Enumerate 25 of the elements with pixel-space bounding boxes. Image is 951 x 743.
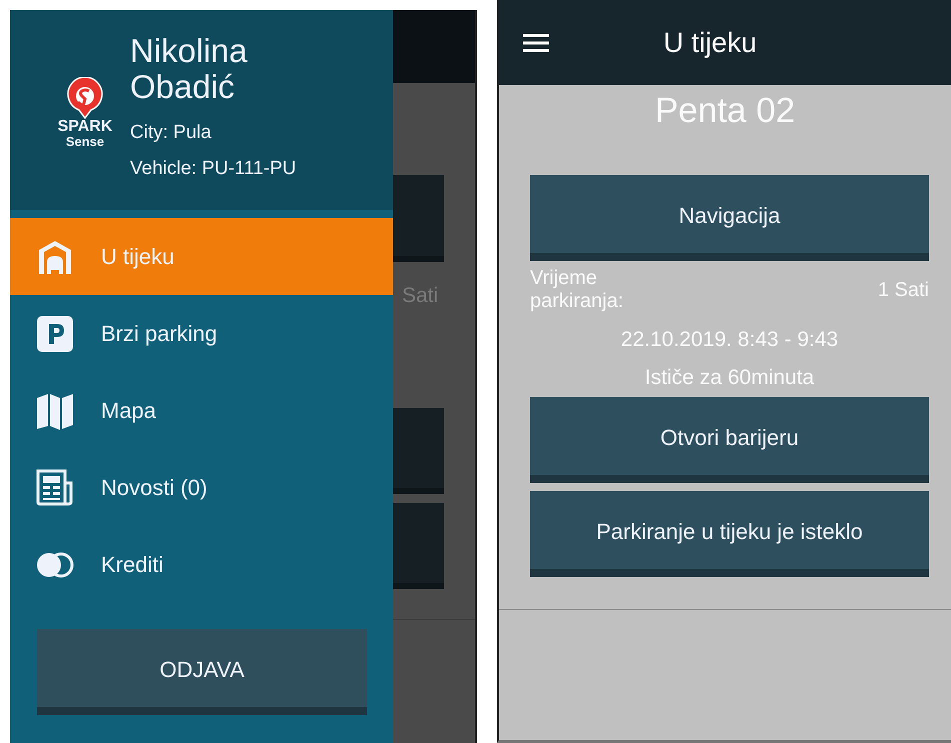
newspaper-icon: [36, 468, 74, 506]
menu-item[interactable]: Novosti (0): [10, 449, 393, 526]
logo-text: SPARK: [58, 119, 112, 135]
logo-text: Sense: [66, 135, 104, 149]
coins-icon: [36, 552, 74, 578]
user-city: City: Pula: [130, 121, 212, 145]
parking-icon: [36, 314, 74, 352]
duration-label: Vrijeme parkiranja:: [530, 267, 624, 313]
action-button[interactable]: Parkiranje u tijeku je isteklo: [530, 491, 929, 577]
logout-button[interactable]: ODJAVA: [37, 629, 367, 715]
menu-icon[interactable]: [523, 34, 549, 52]
action-button[interactable]: Otvori barijeru: [530, 397, 929, 483]
parking-period: 22.10.2019. 8:43 - 9:43: [620, 327, 840, 353]
menu-item[interactable]: Krediti: [10, 526, 393, 603]
pin-logo-icon: [66, 77, 104, 119]
user-vehicle: Vehicle: PU-111-PU: [130, 157, 296, 181]
menu-item[interactable]: Brzi parking: [10, 295, 393, 372]
user-name: Nikolina Obadić: [130, 33, 248, 105]
expiry-text: Ističe za 60minuta: [644, 365, 816, 391]
menu-item[interactable]: Mapa: [10, 372, 393, 449]
map-icon: [36, 392, 74, 430]
screen-title: U tijeku: [662, 26, 758, 58]
action-button[interactable]: Navigacija: [530, 175, 929, 261]
duration-value: 1 Sati: [878, 278, 929, 302]
location-name: Penta 02: [654, 91, 796, 132]
